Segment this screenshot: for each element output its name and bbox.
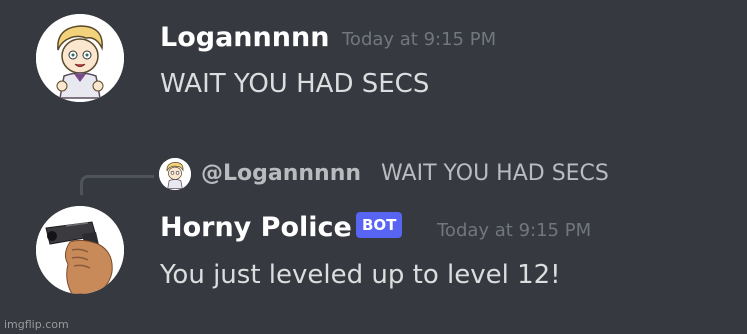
message-timestamp: Today at 9:15 PM (437, 220, 592, 241)
avatar-horny-police[interactable] (36, 206, 124, 294)
reply-mention[interactable]: @Logannnnn (201, 160, 361, 188)
reply-connector-line (80, 175, 154, 195)
message-timestamp: Today at 9:15 PM (342, 29, 497, 50)
message-author[interactable]: Horny Police (160, 212, 352, 244)
message-content: WAIT YOU HAD SECS (160, 69, 430, 99)
watermark: imgflip.com (4, 318, 69, 331)
message-content: You just leveled up to level 12! (160, 260, 561, 290)
reply-preview-text[interactable]: WAIT YOU HAD SECS (381, 160, 609, 188)
cartoon-character-icon (159, 158, 191, 190)
bot-badge: BOT (356, 212, 403, 238)
reply-avatar[interactable] (159, 158, 191, 190)
hand-holding-gun-icon (36, 206, 124, 294)
message-author[interactable]: Logannnnn (160, 22, 329, 54)
avatar-logannnnn[interactable] (36, 14, 124, 102)
cartoon-character-icon (36, 14, 124, 102)
